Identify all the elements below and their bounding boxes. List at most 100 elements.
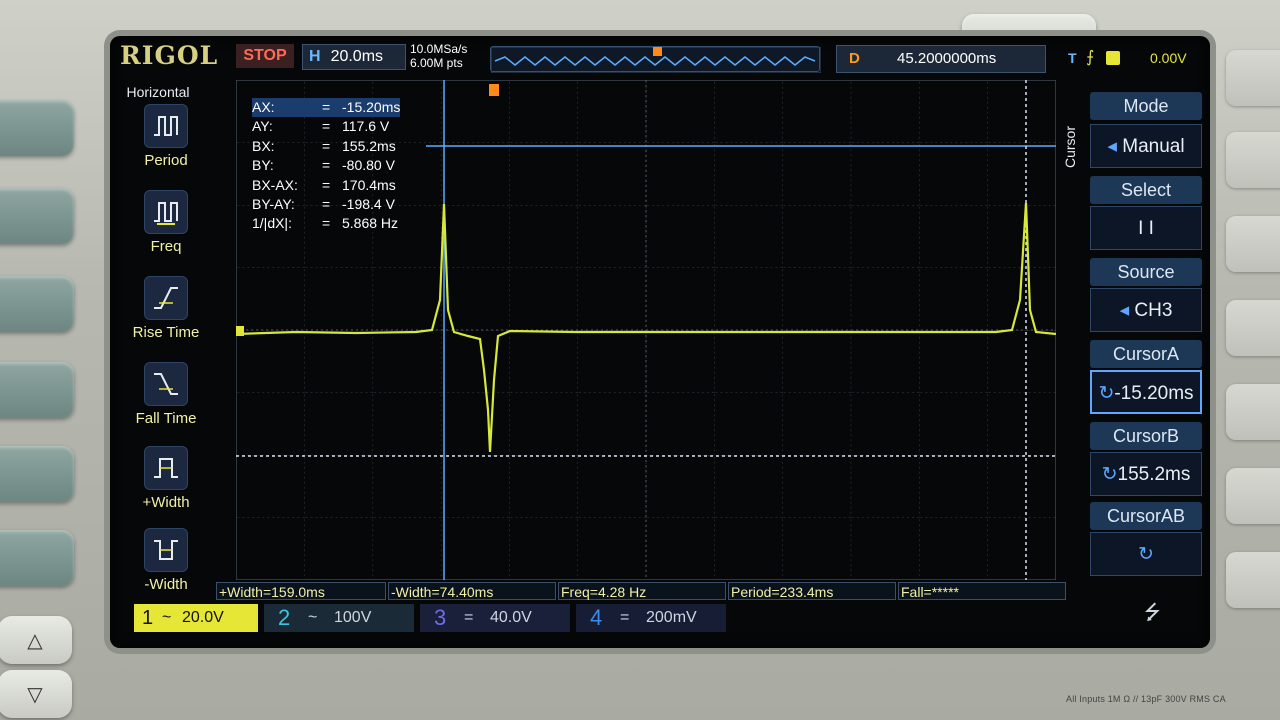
readout-dy: BY-AY: = -198.4 V	[252, 195, 400, 214]
memory-position-bar[interactable]	[490, 46, 822, 74]
chevron-left-icon: ◂	[1107, 136, 1123, 157]
page-down-button[interactable]: ▽	[0, 670, 72, 718]
softkey-6[interactable]	[0, 530, 74, 586]
measure-positive-width-label: +Width	[142, 494, 190, 511]
measure-rise-time[interactable]: Rise Time	[116, 276, 216, 358]
source-select[interactable]: ◂ CH3	[1090, 288, 1202, 332]
cursor-b-value: 155.2ms	[1117, 464, 1191, 485]
readout-bx-value: 155.2ms	[342, 137, 396, 154]
readout-ay: AY: = 117.6 V	[252, 117, 400, 136]
run-stop-status[interactable]: STOP	[236, 44, 294, 68]
cursor-ab-knob[interactable]: ↻	[1090, 532, 1202, 576]
measure-period[interactable]: Period	[116, 104, 216, 186]
cursor-a-knob[interactable]: ↻-15.20ms	[1090, 370, 1202, 414]
delay-box[interactable]: D 45.2000000ms	[836, 45, 1046, 73]
brand-logo: RIGOL	[120, 41, 219, 70]
readout-bx: BX: = 155.2ms	[252, 137, 400, 156]
measure-fall-time[interactable]: Fall Time	[116, 362, 216, 444]
channel-2-status[interactable]: 2 ~ 100V	[264, 604, 414, 632]
trigger-box[interactable]: T ⨍ 0.00V	[1060, 45, 1200, 73]
measure-period-label: Period	[144, 152, 188, 169]
measurement-bar: +Width=159.0ms -Width=74.40ms Freq=4.28 …	[216, 582, 1066, 600]
trigger-label: T	[1068, 50, 1077, 66]
channel-1-scale: 20.0V	[182, 609, 224, 626]
meas-positive-width[interactable]: +Width=159.0ms	[216, 582, 386, 600]
measure-frequency-label: Freq	[150, 238, 182, 255]
timebase-label: H	[309, 48, 321, 65]
negative-width-icon	[144, 528, 188, 572]
select-button[interactable]: I I	[1090, 206, 1202, 250]
rotate-knob-icon: ↻	[1138, 544, 1154, 565]
memory-waveform-icon	[490, 46, 822, 74]
fall-time-icon	[144, 362, 188, 406]
channel-4-status[interactable]: 4 = 200mV	[576, 604, 726, 632]
readout-ax-value: -15.20ms	[342, 99, 401, 115]
period-icon	[144, 104, 188, 148]
softkey-4[interactable]	[0, 362, 74, 418]
measure-frequency[interactable]: Freq	[116, 190, 216, 272]
channel-1-status[interactable]: 1 ~ 20.0V	[134, 604, 258, 632]
trigger-source-icon	[1106, 51, 1120, 65]
cursor-a-value: -15.20ms	[1114, 383, 1194, 404]
trigger-position-marker	[653, 47, 662, 56]
cursor-ab-heading: CursorAB	[1090, 502, 1202, 530]
readout-by-value: -80.80 V	[342, 157, 395, 174]
cursor-menu: Cursor Mode ◂ Manual Select I I Source ◂…	[1062, 88, 1206, 598]
meas-period[interactable]: Period=233.4ms	[728, 582, 896, 600]
right-softkey-7[interactable]	[1226, 552, 1280, 608]
measure-positive-width[interactable]: +Width	[116, 446, 216, 528]
channel-bar: 1 ~ 20.0V 2 ~ 100V 3 = 40.0V 4 = 200mV	[134, 602, 754, 634]
source-heading: Source	[1090, 258, 1202, 286]
page-up-button[interactable]: △	[0, 616, 72, 664]
measure-rise-time-label: Rise Time	[132, 324, 200, 341]
readout-inverse-dx-value: 5.868 Hz	[342, 215, 399, 232]
acquisition-info: 10.0MSa/s 6.00M pts	[410, 42, 467, 70]
channel-3-number: 3	[434, 605, 447, 630]
right-softkey-5[interactable]	[1226, 384, 1280, 440]
right-softkey-2[interactable]	[1226, 132, 1280, 188]
channel-4-coupling: =	[620, 609, 630, 626]
triangle-down-icon: ▽	[27, 683, 43, 706]
timebase-box[interactable]: H 20.0ms	[302, 44, 406, 70]
meas-negative-width[interactable]: -Width=74.40ms	[388, 582, 556, 600]
readout-inverse-dx-key: 1/|dX|:	[252, 215, 292, 232]
readout-ay-value: 117.6 V	[342, 118, 390, 135]
oscilloscope-screen: RIGOL STOP H 20.0ms 10.0MSa/s 6.00M pts D…	[110, 36, 1210, 648]
menu-side-label: Cursor	[1062, 125, 1078, 168]
softkey-2[interactable]	[0, 188, 74, 244]
softkey-3[interactable]	[0, 276, 74, 332]
right-softkey-1[interactable]	[1226, 50, 1280, 106]
top-status-bar: RIGOL STOP H 20.0ms 10.0MSa/s 6.00M pts D…	[110, 36, 1210, 80]
triangle-up-icon: △	[27, 629, 43, 652]
rise-time-icon	[144, 276, 188, 320]
horizontal-measure-panel: Horizontal Period Freq Rise Time Fall Ti…	[110, 80, 222, 593]
right-softkey-3[interactable]	[1226, 216, 1280, 272]
channel-1-number: 1	[142, 607, 154, 629]
measure-negative-width-label: -Width	[144, 576, 188, 593]
cursor-a-heading: CursorA	[1090, 340, 1202, 368]
right-softkey-6[interactable]	[1226, 468, 1280, 524]
input-spec-label: All Inputs 1M Ω // 13pF 300V RMS CA	[1066, 694, 1226, 704]
usb-icon: ⭍	[1144, 602, 1161, 624]
channel-4-scale: 200mV	[646, 609, 697, 626]
channel-3-status[interactable]: 3 = 40.0V	[420, 604, 570, 632]
readout-inverse-dx: 1/|dX|: = 5.868 Hz	[252, 214, 400, 233]
mode-select[interactable]: ◂ Manual	[1090, 124, 1202, 168]
readout-dy-value: -198.4 V	[342, 196, 395, 213]
meas-fall-time[interactable]: Fall=*****	[898, 582, 1066, 600]
meas-frequency[interactable]: Freq=4.28 Hz	[558, 582, 726, 600]
measure-fall-time-label: Fall Time	[135, 410, 197, 427]
readout-dx-key: BX-AX:	[252, 176, 298, 193]
channel-4-number: 4	[590, 605, 603, 630]
softkey-1[interactable]	[0, 100, 74, 156]
mode-value: Manual	[1122, 136, 1185, 157]
trigger-level: 0.00V	[1150, 50, 1187, 66]
cursor-readout: AX: = -15.20ms AY: = 117.6 V BX: = 155.2ms BY:…	[252, 98, 401, 234]
cursor-b-knob[interactable]: ↻155.2ms	[1090, 452, 1202, 496]
cursor-b-heading: CursorB	[1090, 422, 1202, 450]
measure-negative-width[interactable]: -Width	[116, 528, 216, 610]
softkey-5[interactable]	[0, 446, 74, 502]
channel-3-scale: 40.0V	[490, 609, 532, 626]
right-softkey-4[interactable]	[1226, 300, 1280, 356]
channel-3-coupling: =	[464, 609, 474, 626]
